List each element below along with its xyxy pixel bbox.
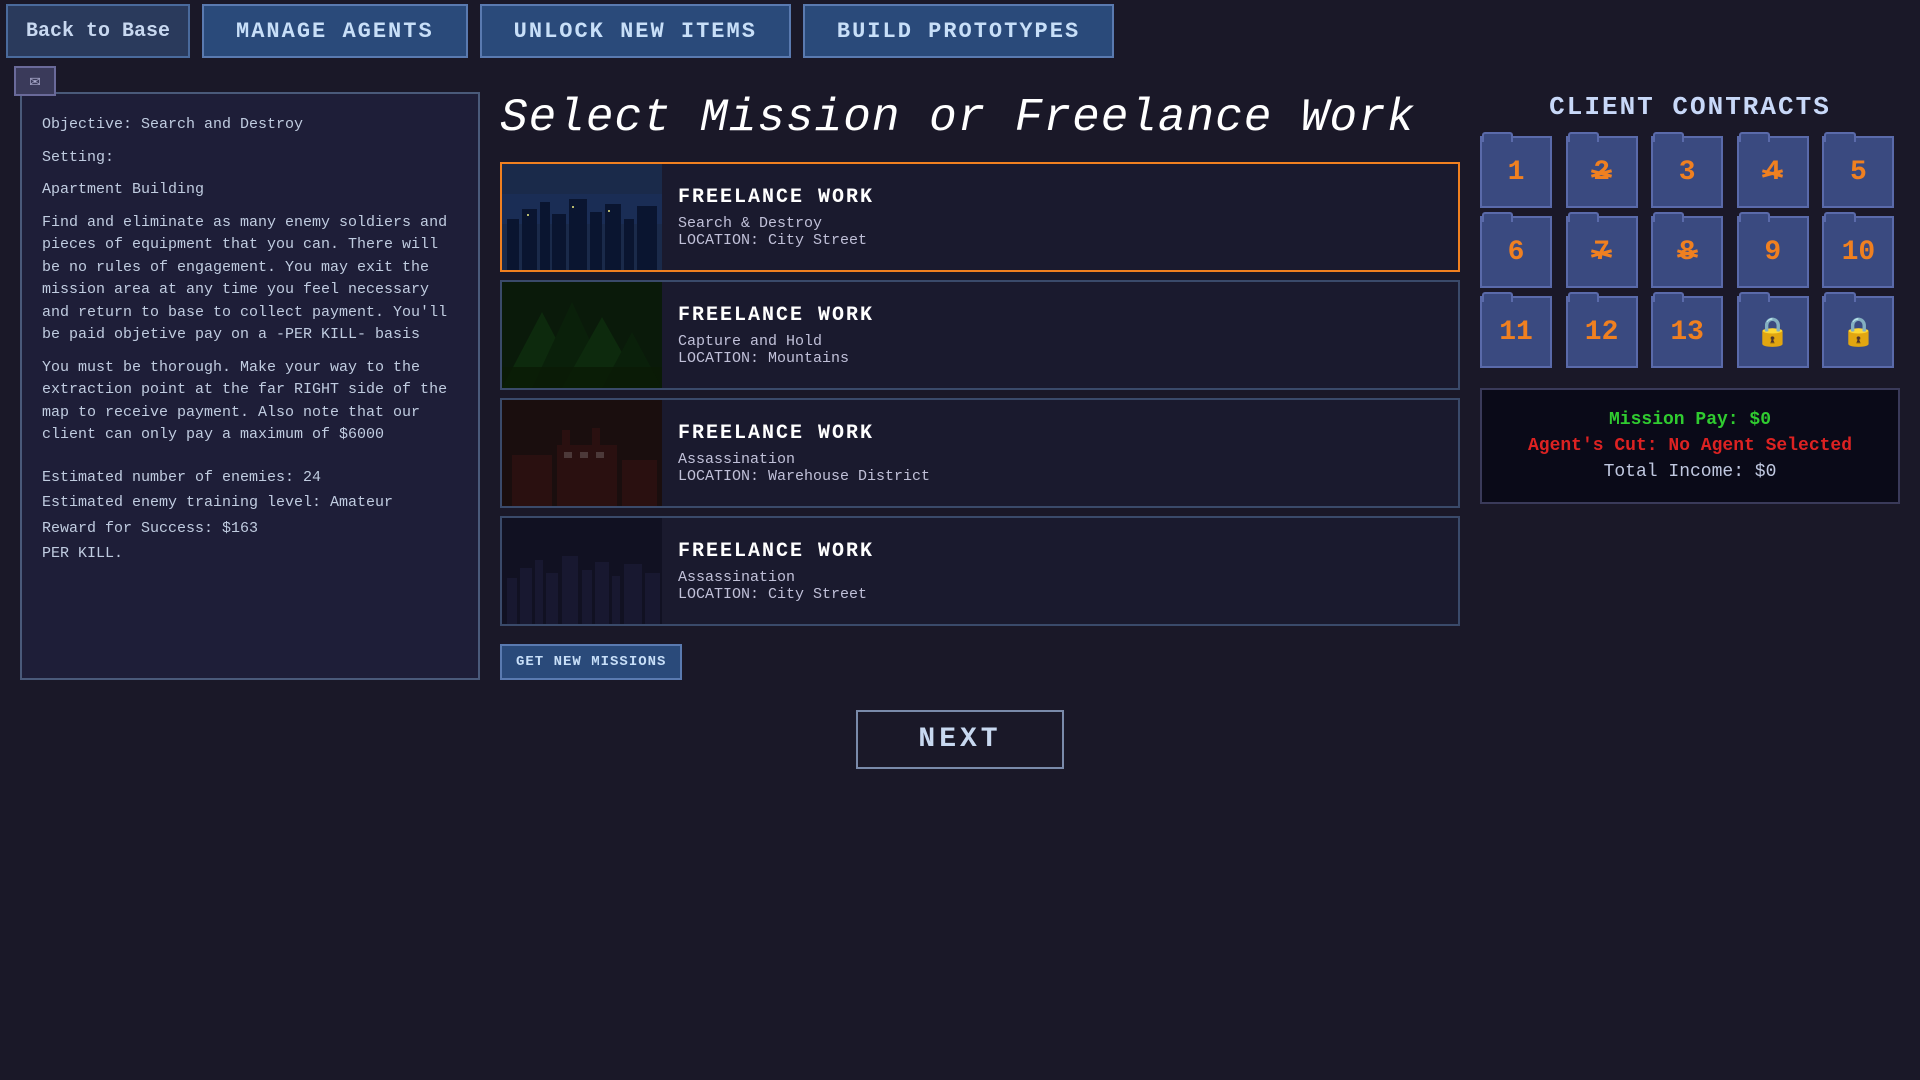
contract-number: 11 [1499,317,1533,348]
mission-card[interactable]: FREELANCE WORK Assassination LOCATION: C… [500,516,1460,626]
total-income: Total Income: $0 [1502,462,1878,482]
mission-type: FREELANCE WORK [678,422,930,445]
contract-number: 9 [1764,237,1781,268]
mission-thumbnail [502,282,662,388]
mission-thumbnail [502,400,662,506]
contracts-grid: 12345678910111213🔒🔒 [1480,136,1900,368]
mail-icon[interactable]: ✉ [14,66,56,96]
contract-item[interactable]: 1 [1480,136,1552,208]
contract-number: 6 [1508,237,1525,268]
mission-subtype: Search & Destroy [678,215,874,232]
mission-info: FREELANCE WORK Assassination LOCATION: W… [662,400,946,506]
next-button-area: NEXT [0,710,1920,769]
mission-list: FREELANCE WORK Search & Destroy LOCATION… [500,162,1460,626]
income-panel: Mission Pay: $0 Agent's Cut: No Agent Se… [1480,388,1900,504]
contract-item[interactable]: 7 [1566,216,1638,288]
mission-info: FREELANCE WORK Assassination LOCATION: C… [662,518,890,624]
objective-line3: Apartment Building [42,179,458,202]
mission-subtype: Assassination [678,451,930,468]
contract-item[interactable]: 2 [1566,136,1638,208]
mission-info: FREELANCE WORK Capture and Hold LOCATION… [662,282,890,388]
lock-icon: 🔒 [1841,315,1876,350]
contract-number: 10 [1842,237,1876,268]
section-title: Select Mission or Freelance Work [500,92,1460,144]
mission-thumbnail [502,164,662,270]
contract-number: 13 [1670,317,1704,348]
mission-location: LOCATION: Warehouse District [678,468,930,485]
mission-location: LOCATION: Mountains [678,350,874,367]
enemies-count: Estimated number of enemies: 24 [42,465,458,491]
objective-line1: Objective: Search and Destroy [42,114,458,137]
objective-detail: You must be thorough. Make your way to t… [42,357,458,447]
contract-number: 12 [1585,317,1619,348]
contract-item[interactable]: 4 [1737,136,1809,208]
contract-number: 8 [1679,237,1696,268]
contract-number: 1 [1508,157,1525,188]
contract-number: 5 [1850,157,1867,188]
mission-card[interactable]: FREELANCE WORK Search & Destroy LOCATION… [500,162,1460,272]
get-new-missions-button[interactable]: GET NEW MISSIONS [500,644,682,680]
contract-item[interactable]: 8 [1651,216,1723,288]
reward-amount: Reward for Success: $163 [42,516,458,542]
agent-cut: Agent's Cut: No Agent Selected [1502,436,1878,456]
contract-item[interactable]: 10 [1822,216,1894,288]
unlock-items-button[interactable]: UNLOCK NEW ITEMS [480,4,791,58]
mission-location: LOCATION: City Street [678,586,874,603]
mission-type: FREELANCE WORK [678,540,874,563]
training-level: Estimated enemy training level: Amateur [42,490,458,516]
mail-icon-area: ✉ [14,66,56,96]
back-to-base-button[interactable]: Back to Base [6,4,190,58]
contract-item[interactable]: 11 [1480,296,1552,368]
right-panel: CLIENT CONTRACTS 12345678910111213🔒🔒 Mis… [1480,92,1900,680]
contract-item[interactable]: 5 [1822,136,1894,208]
mission-subtype: Assassination [678,569,874,586]
mission-thumbnail [502,518,662,624]
objective-desc: Find and eliminate as many enemy soldier… [42,212,458,347]
contract-item: 🔒 [1822,296,1894,368]
mission-card[interactable]: FREELANCE WORK Capture and Hold LOCATION… [500,280,1460,390]
lock-icon: 🔒 [1755,315,1790,350]
objective-line2: Setting: [42,147,458,170]
contract-item[interactable]: 3 [1651,136,1723,208]
contract-number: 3 [1679,157,1696,188]
build-prototypes-button[interactable]: BUILD PROTOTYPES [803,4,1114,58]
next-button[interactable]: NEXT [856,710,1063,769]
main-content: Objective: Search and Destroy Setting: A… [0,72,1920,680]
mission-info: FREELANCE WORK Search & Destroy LOCATION… [662,164,890,270]
contract-item[interactable]: 6 [1480,216,1552,288]
manage-agents-button[interactable]: MANAGE AGENTS [202,4,468,58]
mission-stats: Estimated number of enemies: 24 Estimate… [42,465,458,567]
mission-subtype: Capture and Hold [678,333,874,350]
contract-number: 7 [1593,237,1610,268]
left-panel: Objective: Search and Destroy Setting: A… [20,92,480,680]
contract-number: 2 [1593,157,1610,188]
top-nav: Back to Base MANAGE AGENTS UNLOCK NEW IT… [0,0,1920,62]
mission-location: LOCATION: City Street [678,232,874,249]
mission-card[interactable]: FREELANCE WORK Assassination LOCATION: W… [500,398,1460,508]
contract-item: 🔒 [1737,296,1809,368]
center-panel: Select Mission or Freelance Work FREELAN… [500,92,1460,680]
mission-type: FREELANCE WORK [678,186,874,209]
contract-item[interactable]: 9 [1737,216,1809,288]
contract-item[interactable]: 12 [1566,296,1638,368]
mission-pay: Mission Pay: $0 [1502,410,1878,430]
per-kill: PER KILL. [42,541,458,567]
mission-type: FREELANCE WORK [678,304,874,327]
client-contracts-title: CLIENT CONTRACTS [1480,92,1900,122]
contract-item[interactable]: 13 [1651,296,1723,368]
contract-number: 4 [1764,157,1781,188]
